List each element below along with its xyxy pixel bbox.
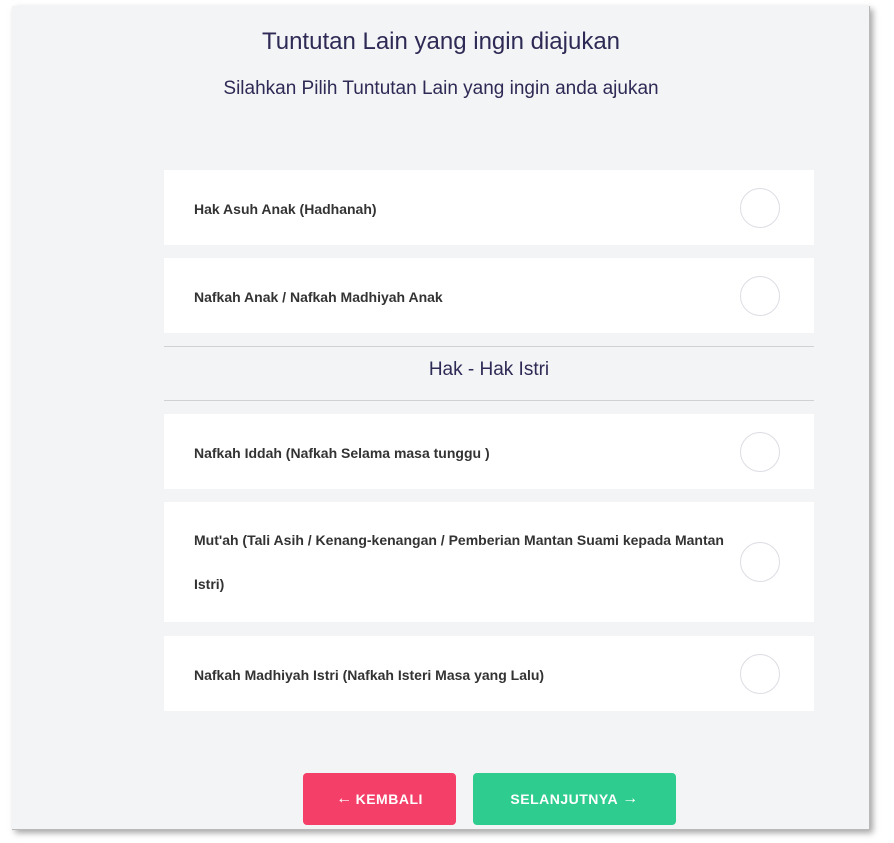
- option-label: Nafkah Iddah (Nafkah Selama masa tunggu …: [194, 445, 490, 461]
- option-radio[interactable]: [740, 276, 780, 316]
- option-radio[interactable]: [740, 432, 780, 472]
- option-label: Nafkah Madhiyah Istri (Nafkah Isteri Mas…: [194, 667, 545, 683]
- divider: [164, 346, 814, 347]
- form-panel: Tuntutan Lain yang ingin diajukan Silahk…: [12, 6, 870, 830]
- option-mutah[interactable]: Mut'ah (Tali Asih / Kenang-kenangan / Pe…: [164, 502, 814, 622]
- option-hak-asuh-anak[interactable]: Hak Asuh Anak (Hadhanah): [164, 170, 814, 245]
- page-title: Tuntutan Lain yang ingin diajukan: [261, 28, 621, 55]
- option-nafkah-madhiyah-istri[interactable]: Nafkah Madhiyah Istri (Nafkah Isteri Mas…: [164, 636, 814, 711]
- next-button[interactable]: SELANJUTNYA →: [473, 773, 676, 825]
- option-nafkah-iddah[interactable]: Nafkah Iddah (Nafkah Selama masa tunggu …: [164, 414, 814, 489]
- page-subtitle: Silahkan Pilih Tuntutan Lain yang ingin …: [223, 78, 659, 99]
- option-label: Hak Asuh Anak (Hadhanah): [194, 201, 377, 217]
- next-button-label: SELANJUTNYA: [510, 791, 619, 807]
- arrow-left-icon: ←: [336, 790, 353, 807]
- option-label: Nafkah Anak / Nafkah Madhiyah Anak: [194, 289, 443, 305]
- option-radio[interactable]: [740, 188, 780, 228]
- back-button[interactable]: ← KEMBALI: [303, 773, 456, 825]
- option-radio[interactable]: [740, 542, 780, 582]
- option-radio[interactable]: [740, 654, 780, 694]
- divider: [164, 400, 814, 401]
- option-label: Mut'ah (Tali Asih / Kenang-kenangan / Pe…: [194, 532, 724, 592]
- back-button-label: KEMBALI: [355, 791, 423, 807]
- arrow-right-icon: →: [622, 790, 639, 807]
- section-heading-hak-istri: Hak - Hak Istri: [428, 359, 550, 380]
- option-nafkah-anak[interactable]: Nafkah Anak / Nafkah Madhiyah Anak: [164, 258, 814, 333]
